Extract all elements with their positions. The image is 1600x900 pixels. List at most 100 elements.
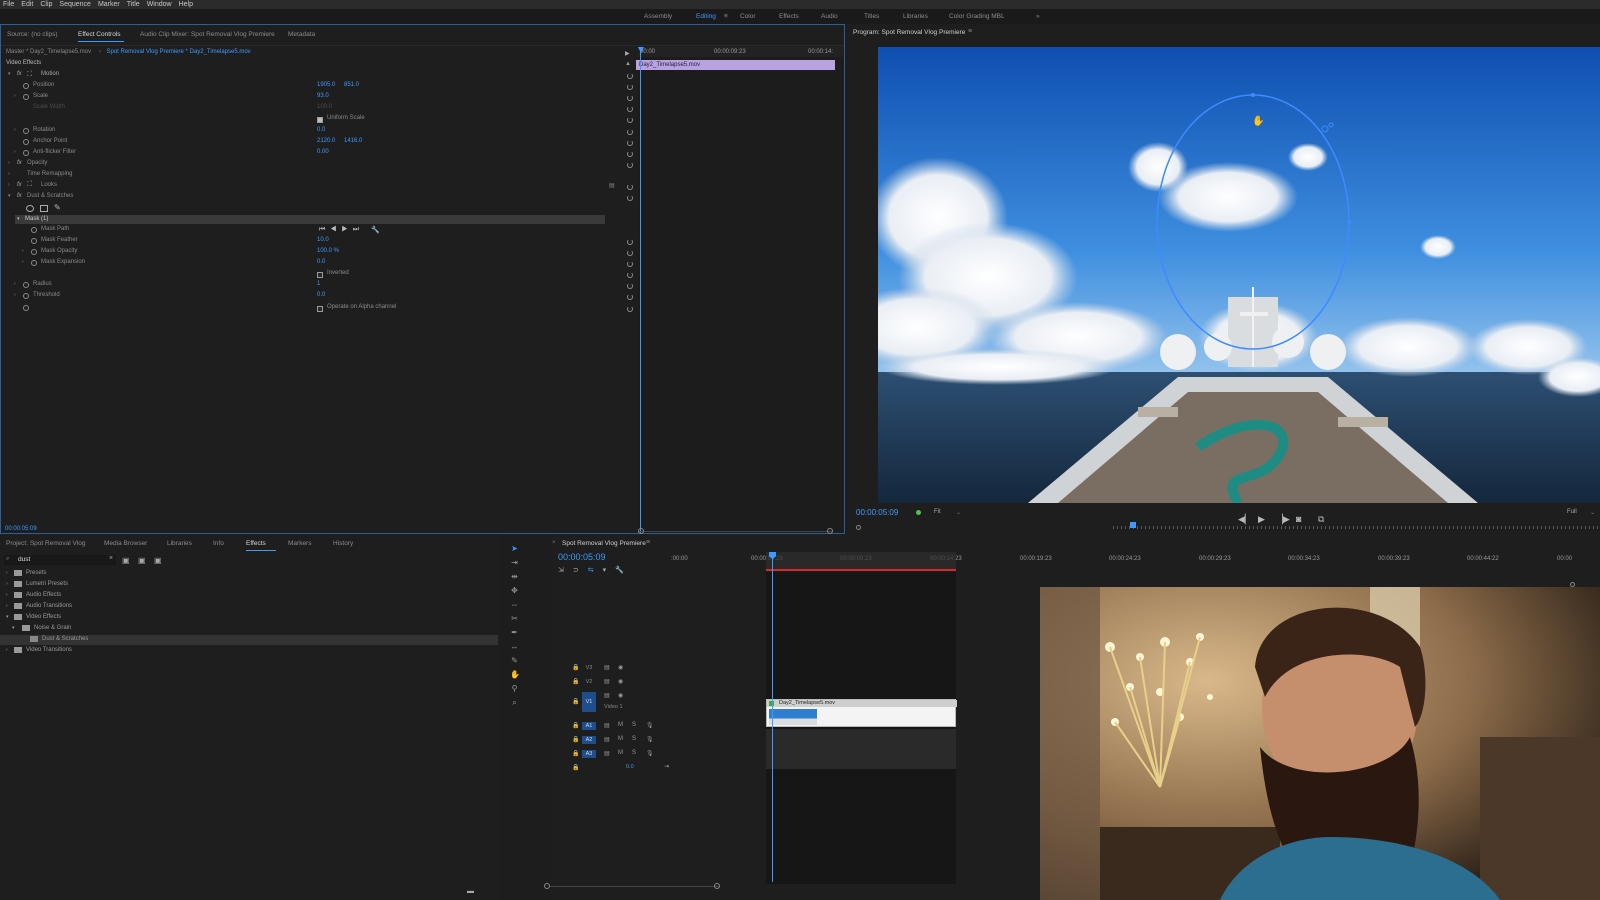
chevron-icon[interactable]: › [6, 570, 8, 576]
reset-icon[interactable] [627, 162, 633, 168]
workspace-tab-effects[interactable]: Effects [779, 13, 799, 20]
timeline-timecode[interactable]: 00:00:05:09 [558, 552, 606, 562]
mute-icon[interactable]: M [618, 722, 623, 728]
solo-icon[interactable]: S [632, 750, 636, 756]
timeline-canvas[interactable] [766, 572, 956, 884]
anchor-x-value[interactable]: 2120.0 [317, 138, 335, 144]
tab-effects[interactable]: Effects [246, 540, 266, 547]
reset-icon[interactable] [627, 129, 633, 135]
rolling-edit-icon[interactable]: ✥ [510, 586, 519, 595]
fit-dropdown[interactable]: Fit [934, 509, 941, 515]
tab-history[interactable]: History [333, 540, 353, 547]
track-label[interactable]: A1 [582, 722, 596, 730]
ellipse-mask-icon[interactable] [26, 205, 34, 212]
reset-icon[interactable] [627, 294, 633, 300]
track-select-icon[interactable]: ⇥ [510, 558, 519, 567]
resolution-dropdown[interactable]: Full [1567, 509, 1577, 515]
program-video-frame[interactable]: ✋ [878, 47, 1600, 503]
reset-icon[interactable] [627, 151, 633, 157]
program-timecode[interactable]: 00:00:05:09 [856, 508, 898, 517]
menu-item-window[interactable]: Window [147, 1, 172, 8]
sync-lock-icon[interactable]: ▤ [604, 736, 610, 743]
stopwatch-icon[interactable] [31, 260, 37, 266]
tab-info[interactable]: Info [213, 540, 224, 547]
expand-arrow-icon[interactable]: › [14, 149, 16, 155]
anti-flicker-value[interactable]: 0.00 [317, 149, 329, 155]
razor-icon[interactable]: ✂ [510, 614, 519, 623]
timeline-zoom-handle-left[interactable] [544, 883, 550, 889]
go-to-end-icon[interactable]: ⇥ [664, 763, 669, 770]
workspace-tab-titles[interactable]: Titles [864, 13, 879, 20]
stopwatch-icon[interactable] [23, 293, 29, 299]
reset-icon[interactable] [627, 140, 633, 146]
menu-item-clip[interactable]: Clip [40, 1, 52, 8]
fx-badge-icon[interactable]: fx [17, 71, 22, 77]
reset-icon[interactable] [627, 117, 633, 123]
expand-arrow-icon[interactable]: › [8, 182, 10, 188]
effects-tree-item[interactable]: › Lumetri Presets [0, 580, 498, 590]
workspace-tab-libraries[interactable]: Libraries [903, 13, 928, 20]
clear-search-icon[interactable]: × [109, 555, 113, 562]
stopwatch-icon[interactable] [23, 150, 29, 156]
expand-arrow-icon[interactable]: › [14, 127, 16, 133]
chevron-icon[interactable]: › [6, 581, 8, 587]
zoom-tool-icon[interactable]: ⚲ [510, 684, 519, 693]
eye-icon[interactable]: ◉ [618, 692, 623, 699]
tab-markers[interactable]: Markers [288, 540, 311, 547]
effects-tree-item[interactable]: › Audio Effects [0, 591, 498, 601]
effects-tree-item[interactable]: › Audio Transitions [0, 602, 498, 612]
play-icon[interactable]: ▶ [1258, 514, 1265, 525]
track-label[interactable]: A3 [582, 750, 596, 758]
stopwatch-icon[interactable] [23, 83, 29, 89]
sync-lock-icon[interactable]: ▤ [604, 722, 610, 729]
stopwatch-icon[interactable] [23, 128, 29, 134]
yuv-effects-icon[interactable]: ▣ [154, 556, 162, 565]
effects-tree-item[interactable]: ▾ Video Effects [0, 613, 498, 623]
threshold-value[interactable]: 0.0 [317, 292, 325, 298]
mask-track-controls[interactable]: ⏮◀▶⏭ [319, 226, 364, 234]
position-x-value[interactable]: 1905.0 [317, 82, 335, 88]
chevron-icon[interactable]: ▾ [12, 625, 15, 631]
solo-icon[interactable]: S [632, 722, 636, 728]
hand-tool-icon[interactable]: ✋ [510, 670, 520, 679]
radius-value[interactable]: 1 [317, 281, 320, 287]
sync-lock-icon[interactable]: ▤ [604, 692, 610, 699]
menu-item-help[interactable]: Help [179, 1, 193, 8]
effects-search-field[interactable]: ⌕ dust × [4, 555, 116, 565]
looks-settings-icon[interactable]: ▤ [609, 182, 615, 189]
work-area-bar[interactable] [766, 552, 956, 569]
32bit-effects-icon[interactable]: ▣ [138, 556, 146, 565]
position-y-value[interactable]: 851.0 [344, 82, 359, 88]
expand-arrow-icon[interactable]: › [14, 281, 16, 287]
tab-media-browser[interactable]: Media Browser [104, 540, 147, 547]
expand-arrow-icon[interactable]: › [22, 248, 24, 254]
mini-playhead[interactable] [640, 47, 641, 533]
lock-icon[interactable]: 🔒 [572, 750, 579, 757]
reset-icon[interactable] [627, 283, 633, 289]
mask-row-highlight[interactable]: ▾ Mask (1) [15, 215, 605, 224]
rotation-value[interactable]: 0.0 [317, 127, 325, 133]
expand-arrow-icon[interactable]: › [22, 259, 24, 265]
mask-expansion-value[interactable]: 0.0 [317, 259, 325, 265]
reset-icon[interactable] [627, 306, 633, 312]
uniform-scale-checkbox[interactable] [317, 117, 323, 123]
reset-icon[interactable] [627, 84, 633, 90]
expand-arrow-icon[interactable]: › [14, 93, 16, 99]
step-forward-icon[interactable]: ▕▶ [1276, 514, 1290, 525]
step-back-icon[interactable]: ◀▏ [1238, 514, 1252, 525]
stopwatch-icon[interactable] [31, 249, 37, 255]
effect-controls-timecode[interactable]: 00:00:05:09 [5, 526, 37, 532]
inverted-checkbox[interactable] [317, 272, 323, 278]
scale-value[interactable]: 93.0 [317, 93, 329, 99]
search-input[interactable]: dust [18, 556, 30, 563]
chevron-down-icon[interactable]: ⌄ [1590, 509, 1595, 516]
lock-icon[interactable]: 🔒 [572, 722, 579, 729]
reset-icon[interactable] [627, 73, 633, 79]
effects-tree-item[interactable]: ▾ Noise & Grain [0, 624, 498, 634]
expand-arrow-icon[interactable]: › [8, 171, 10, 177]
effect-controls-mini-timeline[interactable]: 00:00 00:00:09:23 00:00:14: Day2_Timelap… [636, 47, 843, 534]
selection-tool-icon[interactable]: ➤ [510, 544, 519, 553]
reset-icon[interactable] [627, 95, 633, 101]
audio-track-area[interactable] [766, 729, 956, 769]
lock-icon[interactable]: 🔒 [572, 764, 579, 771]
